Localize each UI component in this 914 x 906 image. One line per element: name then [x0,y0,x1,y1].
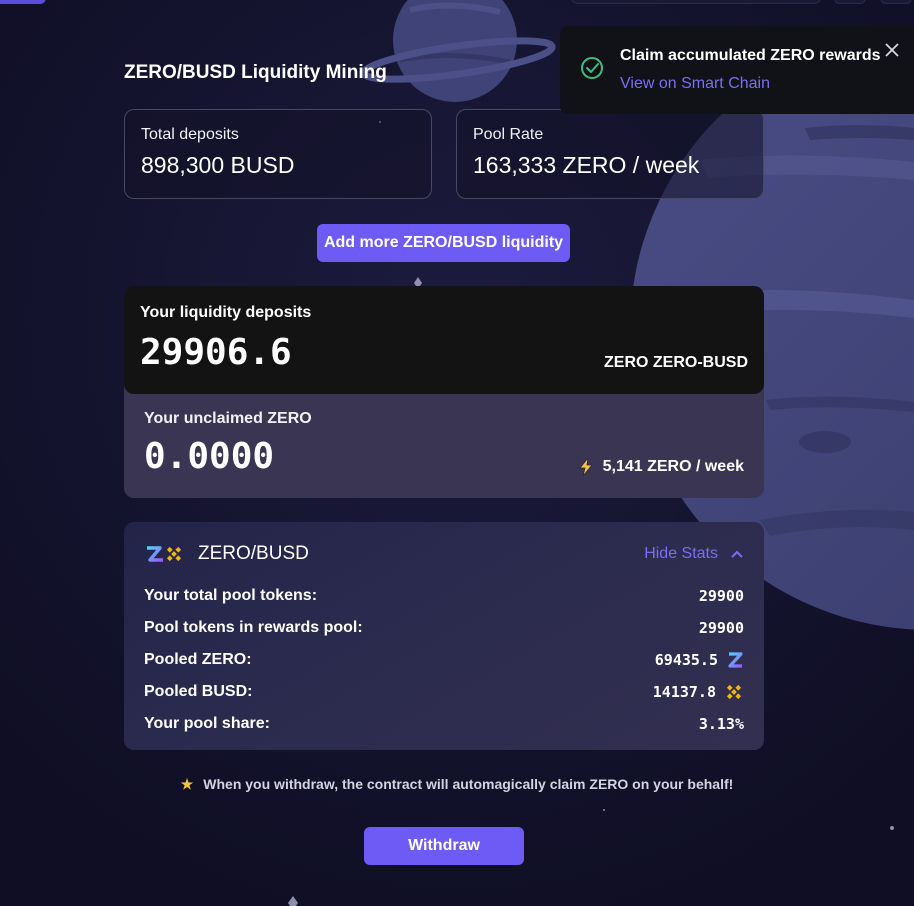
corner-chip [0,0,46,4]
busd-token-icon [726,684,742,700]
ringed-planet [360,0,556,102]
total-deposits-value: 898,300 BUSD [141,152,295,178]
top-button[interactable] [880,0,912,4]
stat-value: 29900 [698,587,744,605]
pool-stat-row: Pooled BUSD: 14137.8 [144,676,744,708]
liquidity-deposits-card: Your liquidity deposits 29906.6 ZERO ZER… [124,286,764,394]
stat-label: Pooled ZERO: [144,651,252,668]
chevron-up-icon [731,550,743,558]
check-circle-icon [581,57,603,79]
pool-stats-list: Your total pool tokens: 29900 Pool token… [144,580,744,740]
top-button[interactable] [834,0,866,4]
deposits-label: Your liquidity deposits [140,304,312,321]
pool-stat-row: Your pool share: 3.13% [144,708,744,740]
withdraw-button[interactable]: Withdraw [364,827,524,865]
unclaimed-rewards-card: Your unclaimed ZERO 0.0000 5,141 ZERO / … [124,380,764,498]
stat-value: 29900 [698,619,744,637]
star-icon: ★ [180,776,194,792]
pool-rate-value: 163,333 ZERO / week [473,152,700,178]
stat-value: 14137.8 [652,683,716,701]
pool-rate-label: Pool Rate [473,126,544,143]
withdraw-note: ★ When you withdraw, the contract will au… [0,776,914,793]
total-deposits-card: Total deposits 898,300 BUSD [124,109,432,199]
hide-stats-toggle[interactable]: Hide Stats [644,545,744,563]
page-title: ZERO/BUSD Liquidity Mining [124,62,387,83]
total-deposits-label: Total deposits [141,126,239,143]
deposits-unit: ZERO ZERO-BUSD [604,354,748,371]
stat-value: 69435.5 [654,651,718,669]
zero-token-icon [728,652,743,668]
stat-label: Pooled BUSD: [144,683,253,700]
unclaimed-label: Your unclaimed ZERO [144,410,312,427]
notification-toast: Claim accumulated ZERO rewards View on S… [560,26,914,114]
toast-title: Claim accumulated ZERO rewards [620,47,881,64]
add-liquidity-button[interactable]: Add more ZERO/BUSD liquidity [317,224,570,262]
stat-label: Your pool share: [144,715,270,732]
hide-stats-label: Hide Stats [644,545,718,562]
pool-stat-row: Pooled ZERO: 69435.5 [144,644,744,676]
reward-rate-text: 5,141 ZERO / week [602,458,744,475]
pool-name: ZERO/BUSD [198,543,309,564]
reward-rate: 5,141 ZERO / week [578,458,744,476]
top-search-pill[interactable] [570,0,822,4]
stat-label: Your total pool tokens: [144,587,318,604]
zero-busd-pair-icon [147,546,182,562]
pool-stat-row: Your total pool tokens: 29900 [144,580,744,612]
stat-value: 3.13% [698,715,744,733]
stat-label: Pool tokens in rewards pool: [144,619,363,636]
close-icon[interactable] [880,38,904,62]
pool-stats-card: ZERO/BUSD Hide Stats Your total pool tok… [124,522,764,750]
pool-header: ZERO/BUSD Hide Stats [144,542,744,566]
pool-stat-row: Pool tokens in rewards pool: 29900 [144,612,744,644]
pool-rate-card: Pool Rate 163,333 ZERO / week [456,109,764,199]
withdraw-note-text: When you withdraw, the contract will aut… [203,776,734,792]
lightning-icon [578,458,593,476]
view-on-smart-chain-link[interactable]: View on Smart Chain [620,75,770,93]
